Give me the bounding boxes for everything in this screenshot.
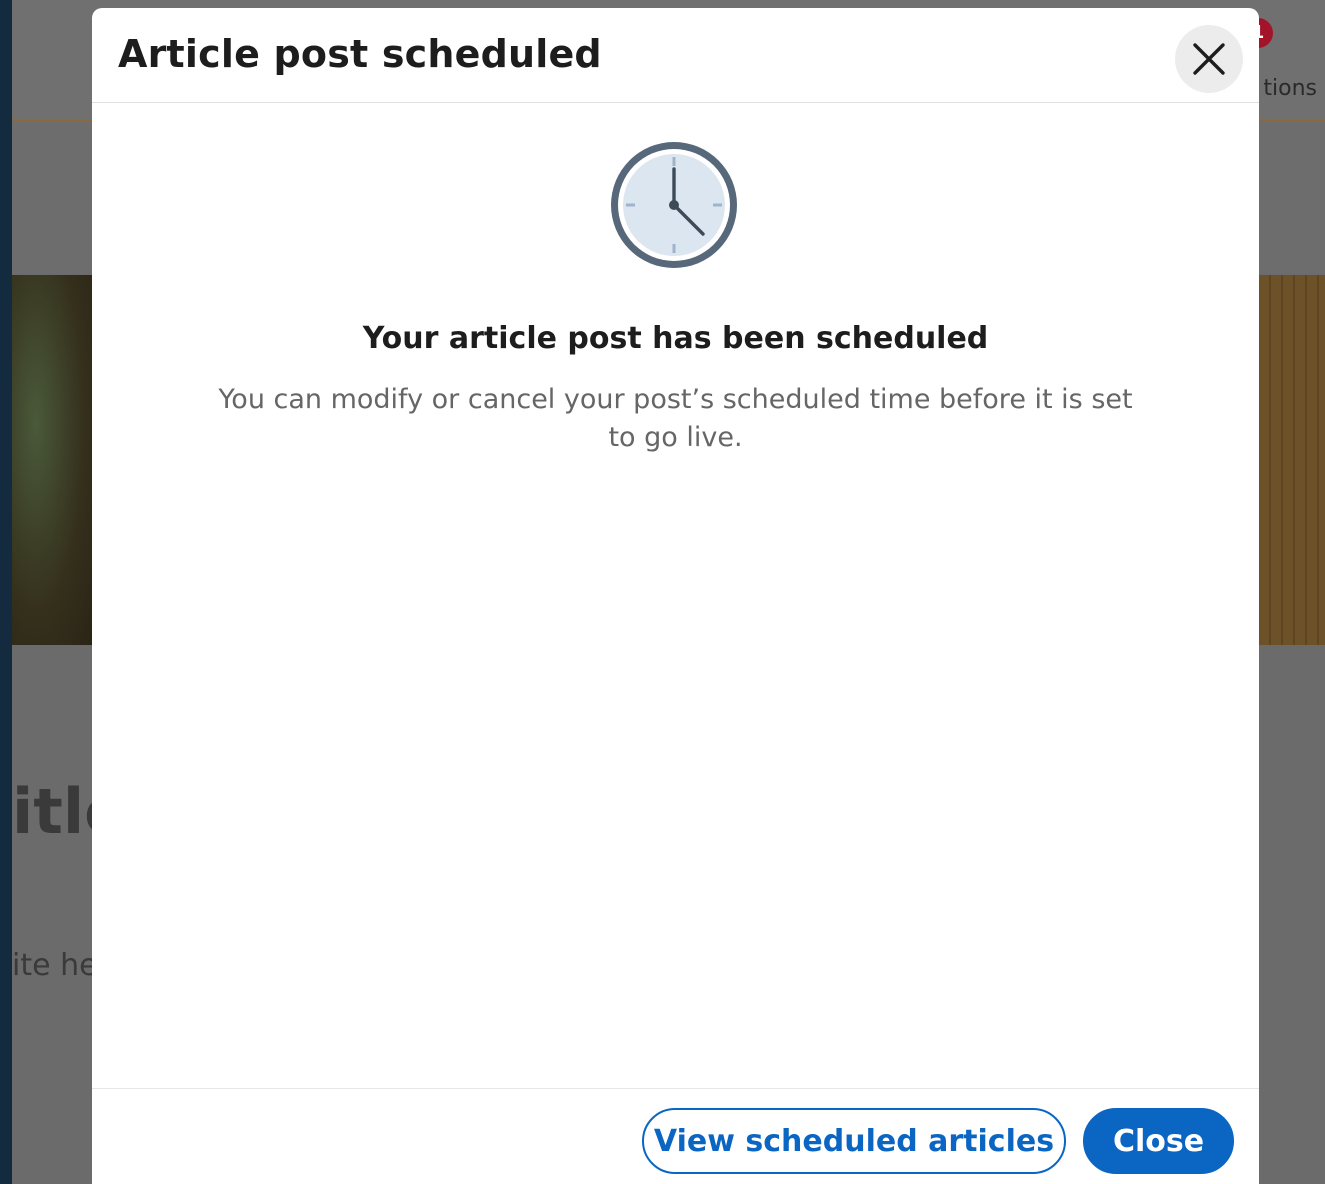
- dialog-description: You can modify or cancel your post’s sch…: [218, 384, 1133, 453]
- close-button[interactable]: Close: [1083, 1108, 1234, 1174]
- dialog-title: Article post scheduled: [118, 32, 602, 76]
- background-cover-image-right: [1259, 275, 1325, 645]
- clock-icon: [611, 142, 737, 268]
- dialog-footer: View scheduled articles Close: [92, 1088, 1259, 1184]
- dialog-header: Article post scheduled: [92, 8, 1259, 103]
- dialog-close-button[interactable]: [1175, 25, 1243, 93]
- background-article-placeholder: ite he: [12, 948, 98, 983]
- background-notifications-label: tions: [1263, 76, 1317, 101]
- dialog-headline: Your article post has been scheduled: [362, 321, 989, 356]
- close-icon: [1193, 43, 1225, 75]
- scheduled-dialog: Article post scheduled Your article post…: [92, 8, 1259, 1184]
- dialog-body: Your article post has been scheduled You…: [92, 103, 1259, 1088]
- view-scheduled-articles-button[interactable]: View scheduled articles: [642, 1108, 1066, 1174]
- background-cover-image-left: [12, 275, 92, 645]
